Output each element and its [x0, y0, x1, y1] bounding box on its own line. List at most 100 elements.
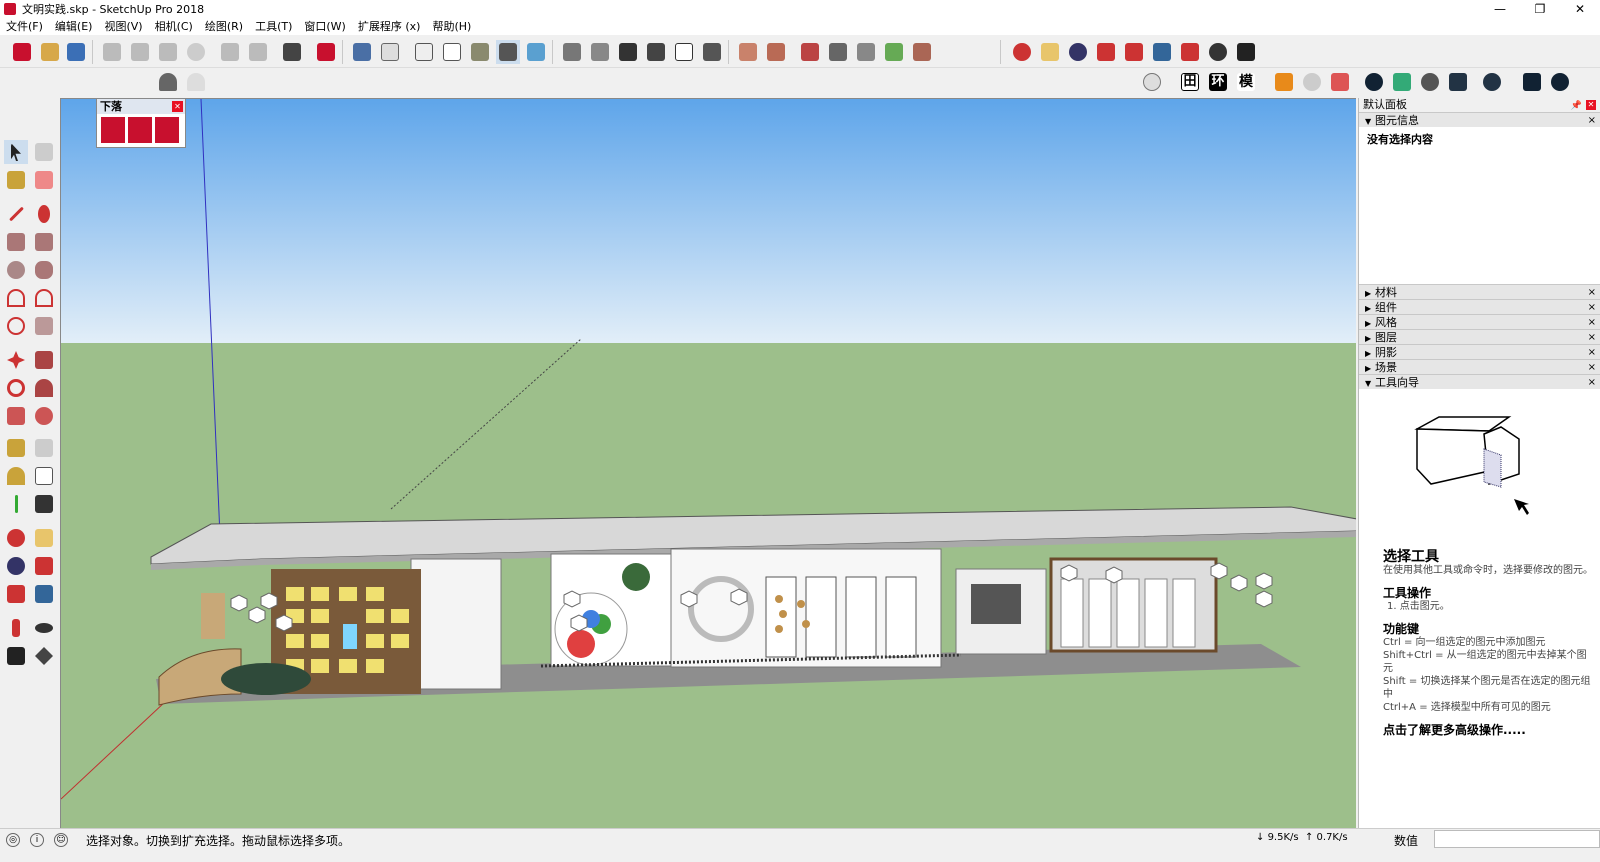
info-icon[interactable]: [1548, 70, 1572, 94]
geolocation-icon[interactable]: ◎: [6, 833, 20, 847]
iso-view-icon[interactable]: [560, 40, 584, 64]
paste-icon[interactable]: [156, 40, 180, 64]
drop-panel-close-icon[interactable]: ✕: [172, 101, 183, 112]
look-around-tool-icon[interactable]: [32, 616, 56, 640]
shaded-textures-icon[interactable]: [496, 40, 520, 64]
position-camera-tool-icon[interactable]: [4, 616, 28, 640]
back-view-icon[interactable]: [672, 40, 696, 64]
panel-scenes[interactable]: ▶ 场景 ×: [1359, 359, 1600, 374]
add-location-icon[interactable]: [1362, 70, 1386, 94]
rectangle-icon[interactable]: [4, 230, 28, 254]
scale-icon[interactable]: [4, 404, 28, 428]
panel-shadows[interactable]: ▶ 阴影 ×: [1359, 344, 1600, 359]
drop-z-icon[interactable]: [155, 117, 179, 143]
copy-icon[interactable]: [128, 40, 152, 64]
cut-icon[interactable]: [100, 40, 124, 64]
user-outline-icon[interactable]: [184, 70, 208, 94]
mail-icon[interactable]: [1520, 70, 1544, 94]
position-camera-icon[interactable]: [1178, 40, 1202, 64]
right-view-icon[interactable]: [644, 40, 668, 64]
minimize-button[interactable]: —: [1480, 0, 1520, 18]
dimension-icon[interactable]: [32, 436, 56, 460]
drop-to-ground-icon[interactable]: [101, 117, 125, 143]
arc-icon[interactable]: [4, 286, 28, 310]
freehand-icon[interactable]: [32, 202, 56, 226]
tray-close-icon[interactable]: ✕: [1586, 100, 1596, 110]
menu-edit[interactable]: 编辑(E): [49, 18, 99, 35]
pan-tool-icon[interactable]: [32, 526, 56, 550]
panel-close-icon[interactable]: ×: [1588, 285, 1596, 300]
panel-close-icon[interactable]: ×: [1588, 375, 1596, 390]
offset-icon[interactable]: [32, 404, 56, 428]
panel-components[interactable]: ▶ 组件 ×: [1359, 299, 1600, 314]
walk-icon[interactable]: [1234, 40, 1258, 64]
user-profile-icon[interactable]: [156, 70, 180, 94]
instructor-header[interactable]: ▼ 工具向导 ×: [1359, 374, 1600, 389]
axes-icon[interactable]: [4, 492, 28, 516]
panel-close-icon[interactable]: ×: [1588, 315, 1596, 330]
settings-gear-icon[interactable]: [1480, 70, 1504, 94]
section-plane-icon[interactable]: [32, 644, 56, 668]
share-model-icon[interactable]: [1446, 70, 1470, 94]
menu-camera[interactable]: 相机(C): [149, 18, 199, 35]
previous-view-icon[interactable]: [1150, 40, 1174, 64]
previous-tool-icon[interactable]: [32, 582, 56, 606]
protractor-icon[interactable]: [4, 464, 28, 488]
menu-extensions[interactable]: 扩展程序 (x): [352, 18, 427, 35]
text-tool-icon[interactable]: [32, 464, 56, 488]
plugin-huan-button[interactable]: 环: [1206, 70, 1230, 94]
measurements-input[interactable]: [1434, 830, 1600, 848]
flip-edge-icon[interactable]: [910, 40, 934, 64]
sandbox-contours-icon[interactable]: [736, 40, 760, 64]
smoove-icon[interactable]: [798, 40, 822, 64]
add-detail-icon[interactable]: [882, 40, 906, 64]
plugin-tian-button[interactable]: 田: [1178, 70, 1202, 94]
look-around-icon[interactable]: [1206, 40, 1230, 64]
new-file-icon[interactable]: [10, 40, 34, 64]
follow-me-icon[interactable]: [32, 376, 56, 400]
drop-to-face-icon[interactable]: [128, 117, 152, 143]
pin-icon[interactable]: 📌: [1571, 99, 1582, 113]
tape-measure-icon[interactable]: [4, 436, 28, 460]
zoom-extents-icon[interactable]: [1122, 40, 1146, 64]
stamp-icon[interactable]: [826, 40, 850, 64]
user-icon[interactable]: ☺: [54, 833, 68, 847]
sandbox-scratch-icon[interactable]: [764, 40, 788, 64]
monochrome-icon[interactable]: [524, 40, 548, 64]
credits-icon[interactable]: i: [30, 833, 44, 847]
pie-icon[interactable]: [32, 314, 56, 338]
panel-layers[interactable]: ▶ 图层 ×: [1359, 329, 1600, 344]
open-file-icon[interactable]: [38, 40, 62, 64]
zoom-tool-icon[interactable]: [4, 554, 28, 578]
panel-close-icon[interactable]: ×: [1588, 345, 1596, 360]
orbit-tool-icon[interactable]: [4, 526, 28, 550]
hidden-line-icon[interactable]: [440, 40, 464, 64]
plugin-mo-button[interactable]: 模: [1234, 70, 1258, 94]
save-icon[interactable]: [64, 40, 88, 64]
undo-icon[interactable]: [218, 40, 242, 64]
menu-view[interactable]: 视图(V): [98, 18, 148, 35]
panel-close-icon[interactable]: ×: [1588, 360, 1596, 375]
zoom-icon[interactable]: [1066, 40, 1090, 64]
print-icon[interactable]: [280, 40, 304, 64]
erase-icon[interactable]: [184, 40, 208, 64]
close-button[interactable]: ✕: [1560, 0, 1600, 18]
maximize-button[interactable]: ❐: [1520, 0, 1560, 18]
shaded-icon[interactable]: [468, 40, 492, 64]
back-edges-icon[interactable]: [378, 40, 402, 64]
menu-help[interactable]: 帮助(H): [426, 18, 477, 35]
3d-text-icon[interactable]: [32, 492, 56, 516]
more-advanced-link[interactable]: 点击了解更多高级操作.....: [1383, 724, 1594, 737]
redo-icon[interactable]: [246, 40, 270, 64]
rotated-rectangle-icon[interactable]: [32, 230, 56, 254]
panel-styles[interactable]: ▶ 风格 ×: [1359, 314, 1600, 329]
panel-close-icon[interactable]: ×: [1588, 113, 1596, 128]
select-tool-icon[interactable]: [4, 140, 28, 164]
model-viewport[interactable]: [60, 98, 1356, 828]
eraser-icon[interactable]: [32, 168, 56, 192]
make-component-icon[interactable]: [32, 140, 56, 164]
panel-close-icon[interactable]: ×: [1588, 300, 1596, 315]
menu-draw[interactable]: 绘图(R): [199, 18, 249, 35]
orbit-icon[interactable]: [1010, 40, 1034, 64]
extension-warehouse-icon[interactable]: [1272, 70, 1296, 94]
